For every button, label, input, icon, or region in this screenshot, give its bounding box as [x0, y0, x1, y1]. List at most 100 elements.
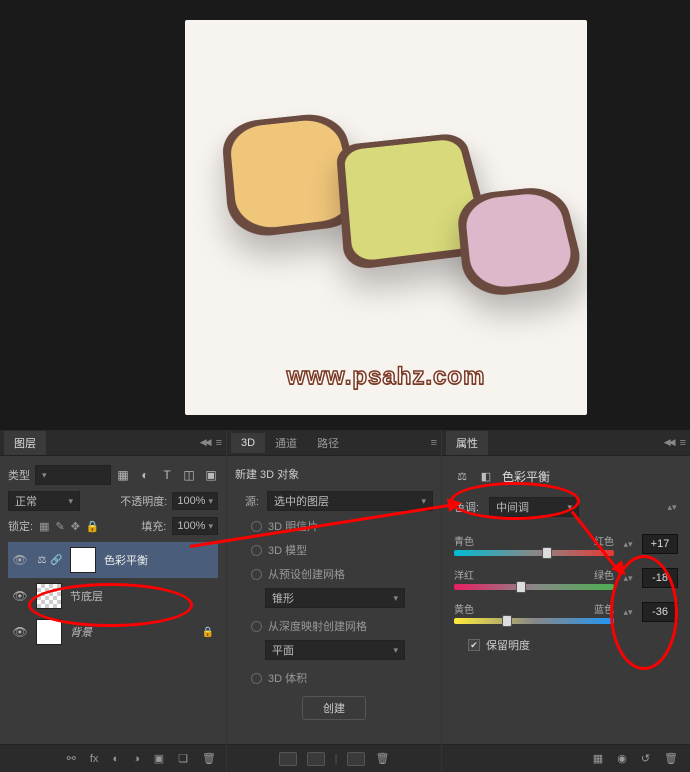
reset-icon[interactable]: ↺: [641, 752, 650, 765]
fill-input[interactable]: 100%▾: [172, 517, 218, 535]
slider-handle[interactable]: [516, 581, 526, 593]
radio-volume[interactable]: 3D 体积: [235, 666, 433, 690]
slider-track[interactable]: [454, 584, 614, 590]
filter-smart-icon[interactable]: ▣: [204, 468, 218, 482]
radio-model[interactable]: 3D 模型: [235, 538, 433, 562]
footer-btn-3[interactable]: [347, 752, 365, 766]
layer-name: 节底层: [70, 588, 214, 604]
kind-select[interactable]: ▾: [35, 465, 111, 485]
slider-yellow-blue: 黄色蓝色 ▴▾ -36: [450, 595, 682, 629]
radio-icon: [251, 673, 262, 684]
preset-select[interactable]: 锥形▾: [265, 588, 405, 608]
char-3: [456, 184, 588, 299]
label-right: 绿色: [594, 567, 614, 582]
trash-icon[interactable]: 🗑: [375, 752, 389, 765]
filter-type-icon[interactable]: T: [160, 468, 174, 482]
3d-panel: 3D 通道 路径 ≡ 新建 3D 对象 源: 选中的图层▾ 3D 明信片 3D …: [227, 430, 441, 772]
view-prev-icon[interactable]: ◉: [617, 752, 627, 765]
radio-postcard[interactable]: 3D 明信片: [235, 514, 433, 538]
lock-paint-icon[interactable]: ✎: [55, 520, 64, 533]
adj-icon[interactable]: ◑: [133, 753, 140, 765]
group-icon[interactable]: ▣: [154, 752, 164, 765]
layer-color-balance[interactable]: 👁 ⚖🔗 色彩平衡: [8, 542, 218, 578]
chevron-down-icon: ▾: [42, 470, 47, 481]
label-right: 红色: [594, 533, 614, 548]
new-layer-icon[interactable]: ❏: [178, 752, 188, 765]
tone-select[interactable]: 中间调▾: [489, 497, 579, 517]
footer-btn-1[interactable]: [279, 752, 297, 766]
create-button[interactable]: 创建: [302, 696, 366, 720]
tab-properties[interactable]: 属性: [446, 431, 488, 455]
panel-menu[interactable]: ◀◀≡: [200, 437, 222, 449]
panel-menu[interactable]: ◀◀≡: [664, 437, 686, 449]
footer-btn-2[interactable]: [307, 752, 325, 766]
lock-pos-icon[interactable]: ✥: [71, 520, 80, 533]
opacity-input[interactable]: 100%▾: [172, 492, 218, 510]
slider-track[interactable]: [454, 550, 614, 556]
lock-icon: 🔒: [202, 627, 214, 638]
fx-icon[interactable]: fx: [90, 753, 99, 765]
slider-value[interactable]: +17: [642, 534, 678, 554]
radio-icon: [251, 521, 262, 532]
preserve-luminosity-checkbox[interactable]: ✔ 保留明度: [450, 629, 682, 657]
radio-depth[interactable]: 从深度映射创建网格: [235, 614, 433, 638]
mask-thumb[interactable]: [70, 547, 96, 573]
layer-base[interactable]: 👁 节底层: [8, 578, 218, 614]
section-title: 新建 3D 对象: [235, 462, 433, 488]
kind-label: 类型: [8, 467, 30, 483]
layer-name: 色彩平衡: [104, 552, 214, 568]
filter-adj-icon[interactable]: ◐: [138, 468, 152, 482]
link-layers-icon[interactable]: ⚯: [67, 752, 76, 765]
clip-icon[interactable]: ▦: [593, 752, 603, 765]
layers-panel: 图层 ◀◀≡ 类型 ▾ ▦ ◐ T ◫ ▣ 正常▾ 不透明度: 100%▾: [0, 430, 226, 772]
chevron-down-icon: ▾: [68, 496, 73, 507]
menu-icon: ≡: [431, 437, 437, 449]
depth-select[interactable]: 平面▾: [265, 640, 405, 660]
layer-background[interactable]: 👁 背景 🔒: [8, 614, 218, 650]
slider-track[interactable]: [454, 618, 614, 624]
panel-menu[interactable]: ≡: [431, 437, 437, 449]
slider-value[interactable]: -18: [642, 568, 678, 588]
document-preview[interactable]: www.psahz.com: [185, 20, 587, 415]
radio-icon: [251, 569, 262, 580]
slider-value[interactable]: -36: [642, 602, 678, 622]
chevron-down-icon: ▾: [208, 521, 213, 532]
filter-shape-icon[interactable]: ◫: [182, 468, 196, 482]
balance-icon: ⚖: [454, 469, 470, 485]
visibility-icon[interactable]: 👁: [12, 553, 28, 567]
slider-handle[interactable]: [542, 547, 552, 559]
lock-trans-icon[interactable]: ▦: [39, 520, 49, 533]
chevron-down-icon: ▾: [208, 496, 213, 507]
filter-pixel-icon[interactable]: ▦: [116, 468, 130, 482]
tone-label: 色调:: [454, 499, 479, 515]
opacity-label: 不透明度:: [120, 493, 167, 509]
radio-icon: [251, 621, 262, 632]
trash-icon[interactable]: 🗑: [664, 752, 678, 765]
trash-icon[interactable]: 🗑: [202, 752, 216, 765]
visibility-icon[interactable]: 👁: [12, 589, 28, 603]
watermark-text: www.psahz.com: [287, 363, 486, 391]
tab-layers[interactable]: 图层: [4, 431, 46, 455]
3d-panel-tabs: 3D 通道 路径 ≡: [227, 430, 441, 456]
chevron-down-icon: ▾: [568, 502, 573, 513]
mask-icon[interactable]: ◧: [478, 469, 494, 485]
lock-all-icon[interactable]: 🔒: [86, 520, 100, 533]
blend-mode-select[interactable]: 正常▾: [8, 491, 80, 511]
scrubby-icon: ▴▾: [622, 573, 634, 584]
panels-row: 图层 ◀◀≡ 类型 ▾ ▦ ◐ T ◫ ▣ 正常▾ 不透明度: 100%▾: [0, 430, 690, 772]
canvas-area: www.psahz.com: [0, 0, 690, 430]
tab-3d[interactable]: 3D: [231, 433, 265, 453]
menu-icon: ≡: [216, 437, 222, 449]
radio-mesh-preset[interactable]: 从预设创建网格: [235, 562, 433, 586]
tab-channels[interactable]: 通道: [265, 431, 307, 455]
tab-paths[interactable]: 路径: [307, 431, 349, 455]
chevron-down-icon: ▾: [421, 496, 426, 507]
check-icon: ✔: [468, 639, 480, 651]
layer-thumb[interactable]: [36, 583, 62, 609]
slider-handle[interactable]: [502, 615, 512, 627]
source-select[interactable]: 选中的图层▾: [267, 491, 433, 511]
layer-thumb[interactable]: [36, 619, 62, 645]
visibility-icon[interactable]: 👁: [12, 625, 28, 639]
menu-icon: ≡: [680, 437, 686, 449]
mask-icon[interactable]: ◐: [112, 753, 119, 765]
